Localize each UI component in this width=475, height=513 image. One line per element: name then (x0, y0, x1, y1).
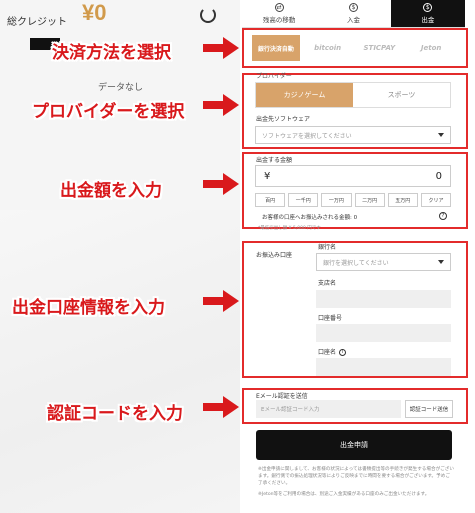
chevron-down-icon (438, 260, 444, 264)
receive-amount-note: お客様の口座へお振込みされる金額: 0 (262, 213, 357, 221)
amount-label: 出金する金額 (256, 157, 293, 164)
verification-label: Eメール認証を送信 (256, 393, 308, 400)
provider-casino[interactable]: カジノゲーム (256, 83, 353, 107)
amount-chips: 百円 一千円 一万円 二万円 五万円 クリア (255, 193, 452, 207)
withdraw-submit-button[interactable]: 出金申請 (256, 430, 452, 460)
verification-row: Eメール認証コード入力 認証コード送信 (256, 400, 453, 418)
dollar-icon: $ (348, 3, 358, 12)
tab-label: 残高の移動 (262, 16, 296, 24)
note-text: ※出金申請に関しまして、お客様の状況によっては書類提出等の手続きが発生する場合が… (258, 467, 454, 486)
amount-value: 0 (435, 170, 442, 182)
account-number-label: 口座番号 (318, 315, 343, 322)
provider-label: プロバイダー (256, 73, 292, 80)
payment-method-jeton[interactable]: Jeton (407, 35, 455, 61)
bank-section-label: お振込み口座 (256, 252, 293, 259)
chip-20000[interactable]: 二万円 (354, 193, 385, 207)
callout-bank: 出金口座情報を入力 (12, 298, 165, 318)
software-label: 出金先ソフトウェア (256, 116, 311, 123)
payment-method-bitcoin[interactable]: bitcoin (304, 35, 352, 61)
callout-verification: 認証コードを入力 (47, 404, 183, 424)
info-icon[interactable]: i (339, 349, 347, 356)
refresh-icon[interactable] (200, 7, 216, 23)
account-name-label: 口座名 i (318, 347, 347, 356)
tab-bar: ⇄ 残高の移動 $ 入金 $ 出金 (242, 0, 465, 28)
currency-symbol: ¥ (264, 170, 271, 182)
minimum-amount-note: *最低引出し額 ¥ 5,000 円です (258, 226, 321, 231)
note-text: ※Jeton等をご利用の場合は、別途ご入金実績がある口座のみご出金いただけます。 (258, 492, 430, 497)
account-name-input[interactable] (316, 358, 451, 376)
callout-payment-method: 決済方法を選択 (52, 43, 171, 63)
chip-10000[interactable]: 一万円 (321, 193, 352, 207)
payment-method-bank[interactable]: 銀行決済自動 (252, 35, 300, 61)
callout-provider: プロバイダーを選択 (32, 102, 185, 122)
verification-placeholder: Eメール認証コード入力 (261, 407, 320, 413)
account-name-text: 口座名 (318, 349, 337, 356)
payment-method-sticpay[interactable]: STICPAY (356, 35, 404, 61)
credit-label: 総クレジット (7, 17, 67, 28)
no-data-text: データなし (98, 83, 144, 93)
notes: ※出金申請に関しまして、お客様の状況によっては書類提出等の手続きが発生する場合が… (258, 466, 454, 498)
chip-1000[interactable]: 一千円 (288, 193, 319, 207)
arrow-right-icon (203, 37, 243, 59)
provider-sports[interactable]: スポーツ (353, 83, 450, 107)
account-number-input[interactable] (316, 324, 451, 342)
bank-name-label: 銀行名 (318, 244, 337, 251)
arrow-right-icon (203, 173, 243, 195)
arrow-right-icon (203, 94, 243, 116)
dollar-icon: $ (423, 3, 433, 12)
tab-withdraw[interactable]: $ 出金 (390, 0, 465, 27)
receive-note-text: お客様の口座へお振込みされる金額: (262, 215, 352, 221)
bank-placeholder: 銀行を選択してください (323, 259, 389, 267)
payment-method-row: 銀行決済自動 bitcoin STICPAY Jeton (252, 35, 455, 61)
tab-deposit[interactable]: $ 入金 (316, 0, 390, 27)
branch-label: 支店名 (318, 280, 337, 287)
credit-value: ¥0 (82, 0, 107, 25)
branch-input[interactable] (316, 290, 451, 308)
left-panel (0, 0, 240, 513)
left-panel-background (0, 210, 240, 513)
bank-select[interactable]: 銀行を選択してください (316, 253, 451, 271)
verification-code-input[interactable]: Eメール認証コード入力 (256, 400, 401, 418)
amount-input[interactable]: ¥ 0 (255, 165, 451, 187)
callout-amount: 出金額を入力 (60, 181, 162, 201)
chip-clear[interactable]: クリア (420, 193, 452, 207)
help-icon[interactable]: ? (439, 212, 447, 220)
chevron-down-icon (438, 133, 444, 137)
transfer-icon: ⇄ (274, 3, 284, 12)
software-select[interactable]: ソフトウェアを選択してください (255, 126, 451, 144)
provider-toggle: カジノゲーム スポーツ (255, 82, 451, 108)
arrow-right-icon (203, 396, 243, 418)
tab-label: 出金 (421, 16, 435, 24)
arrow-right-icon (203, 290, 243, 312)
receive-amount-value: 0 (353, 215, 358, 221)
tab-transfer[interactable]: ⇄ 残高の移動 (242, 0, 316, 27)
send-code-button[interactable]: 認証コード送信 (405, 400, 453, 418)
chip-50000[interactable]: 五万円 (387, 193, 418, 207)
tab-label: 入金 (346, 16, 360, 24)
chip-100[interactable]: 百円 (255, 193, 286, 207)
software-placeholder: ソフトウェアを選択してください (262, 132, 352, 140)
